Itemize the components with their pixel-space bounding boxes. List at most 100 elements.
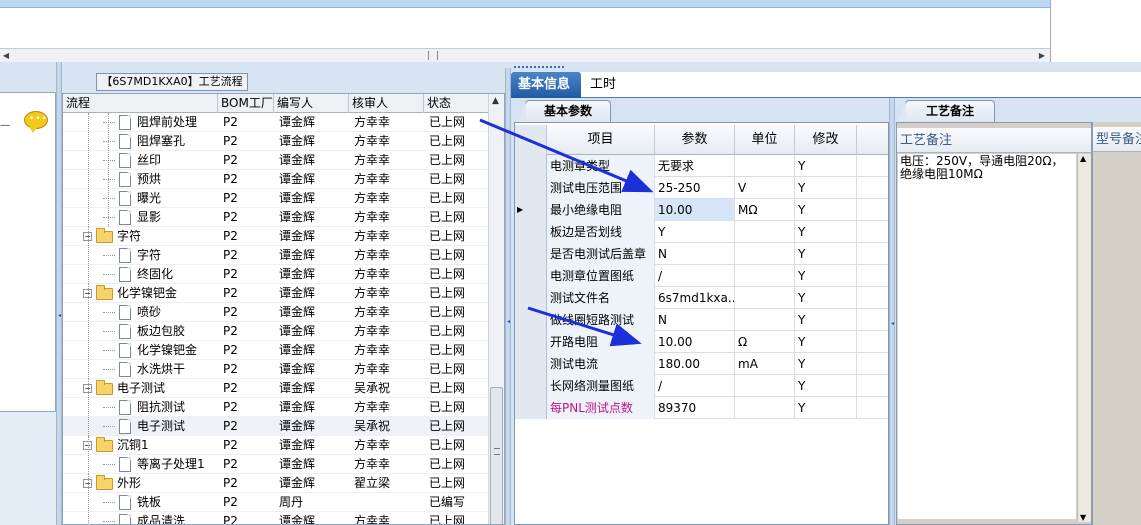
tree-row[interactable]: 化学镍钯金 P2 谭金辉 方幸幸 已上网 xyxy=(63,341,488,360)
tree-row[interactable]: 铣板 P2 周丹 已编写 xyxy=(63,493,488,512)
row-selector[interactable] xyxy=(515,331,547,353)
param-row[interactable]: 测试电流 180.00 mA Y xyxy=(515,353,888,375)
tree-row[interactable]: − 字符 P2 谭金辉 方幸幸 已上网 xyxy=(63,227,488,246)
basic-params-grid[interactable]: 项目 参数 单位 修改 电测章类型 无要求 Y 测试电压范围 25-250 V Y ▶ 最小绝缘… xyxy=(514,122,889,525)
tree-node[interactable]: 字符 xyxy=(103,246,218,265)
param-value-cell[interactable]: 10.00 xyxy=(655,331,735,353)
tree-row[interactable]: 等离子处理1 P2 谭金辉 方幸幸 已上网 xyxy=(63,455,488,474)
notes-scrollbar[interactable]: ▲ ▼ xyxy=(1077,154,1091,522)
row-selector[interactable] xyxy=(515,177,547,199)
tree-row[interactable]: − 外形 P2 谭金辉 翟立梁 已上网 xyxy=(63,474,488,493)
param-value-cell[interactable]: 89370 xyxy=(655,397,735,419)
param-row[interactable]: 电测章类型 无要求 Y xyxy=(515,155,888,177)
tree-row[interactable]: − 沉铜1 P2 谭金辉 方幸幸 已上网 xyxy=(63,436,488,455)
param-row[interactable]: 电测章位置图纸 / Y xyxy=(515,265,888,287)
tab-labor-hours[interactable]: 工时 xyxy=(583,72,623,98)
param-value-cell[interactable]: N xyxy=(655,243,735,265)
tree-row[interactable]: 预烘 P2 谭金辉 方幸幸 已上网 xyxy=(63,170,488,189)
tree-row[interactable]: 阻焊前处理 P2 谭金辉 方幸幸 已上网 xyxy=(63,113,488,132)
tree-node[interactable]: − 外形 xyxy=(83,474,218,493)
tree-row[interactable]: − 电子测试 P2 谭金辉 吴承祝 已上网 xyxy=(63,379,488,398)
row-selector[interactable] xyxy=(515,287,547,309)
scroll-down-icon[interactable]: ▼ xyxy=(1080,513,1086,522)
process-notes-textarea[interactable]: 电压：250V，导通电阻20Ω，绝缘电阻10MΩ xyxy=(898,154,1076,519)
tree-node[interactable]: − 沉铜1 xyxy=(83,436,218,455)
tree-row[interactable]: 丝印 P2 谭金辉 方幸幸 已上网 xyxy=(63,151,488,170)
tree-row[interactable]: 终固化 P2 谭金辉 方幸幸 已上网 xyxy=(63,265,488,284)
scroll-right-icon[interactable]: ▶ xyxy=(1036,50,1048,62)
tree-row[interactable]: 阻抗测试 P2 谭金辉 方幸幸 已上网 xyxy=(63,398,488,417)
tree-node[interactable]: 水洗烘干 xyxy=(103,360,218,379)
current-row-indicator-icon[interactable]: ▶ xyxy=(515,199,547,221)
scroll-up-icon[interactable]: ▲ xyxy=(492,96,499,106)
row-selector[interactable] xyxy=(515,353,547,375)
tree-node[interactable]: 板边包胶 xyxy=(103,322,218,341)
param-row[interactable]: 做线圈短路测试 N Y xyxy=(515,309,888,331)
col-header-status[interactable]: 状态 xyxy=(424,94,488,113)
tree-row[interactable]: 成品清洗 P2 谭金辉 方幸幸 已上网 xyxy=(63,512,488,524)
tree-node[interactable]: 化学镍钯金 xyxy=(103,341,218,360)
param-value-cell[interactable]: 180.00 xyxy=(655,353,735,375)
tree-row[interactable]: 板边包胶 P2 谭金辉 方幸幸 已上网 xyxy=(63,322,488,341)
tree-node[interactable]: 电子测试 xyxy=(103,417,218,436)
params-notes-splitter[interactable]: ◂ xyxy=(889,98,895,525)
tree-row[interactable]: − 化学镍钯金 P2 谭金辉 方幸幸 已上网 xyxy=(63,284,488,303)
col-header-reviewer[interactable]: 核审人 xyxy=(349,94,424,113)
scroll-up-icon[interactable]: ▲ xyxy=(1080,154,1086,163)
tree-row[interactable]: 喷砂 P2 谭金辉 方幸幸 已上网 xyxy=(63,303,488,322)
param-value-cell[interactable]: 25-250 xyxy=(655,177,735,199)
tab-basic-params[interactable]: 基本参数 xyxy=(518,100,611,122)
selected-record-row[interactable] xyxy=(0,0,1050,8)
tab-process-notes[interactable]: 工艺备注 xyxy=(898,100,995,122)
tree-scroll-thumb[interactable] xyxy=(490,387,503,524)
row-selector[interactable] xyxy=(515,397,547,419)
col-header-item[interactable]: 项目 xyxy=(547,125,655,155)
tree-node[interactable]: 曝光 xyxy=(103,189,218,208)
tree-node[interactable]: 阻抗测试 xyxy=(103,398,218,417)
param-row[interactable]: 板边是否划线 Y Y xyxy=(515,221,888,243)
tree-node[interactable]: 预烘 xyxy=(103,170,218,189)
row-selector[interactable] xyxy=(515,265,547,287)
param-row[interactable]: ▶ 最小绝缘电阻 10.00 MΩ Y xyxy=(515,199,888,221)
param-value-cell[interactable]: 6s7md1kxa... xyxy=(655,287,735,309)
tree-vertical-scrollbar[interactable]: ▲ xyxy=(488,94,504,524)
horizontal-scrollbar[interactable]: ◀ ▶ xyxy=(0,48,1050,62)
tree-row[interactable]: 水洗烘干 P2 谭金辉 方幸幸 已上网 xyxy=(63,360,488,379)
chat-bubble-icon[interactable]: ••• xyxy=(24,111,48,133)
tree-node[interactable]: 显影 xyxy=(103,208,218,227)
row-selector[interactable] xyxy=(515,309,547,331)
row-selector[interactable] xyxy=(515,243,547,265)
tab-basic-info[interactable]: 基本信息 xyxy=(511,72,581,98)
tree-node[interactable]: 阻焊塞孔 xyxy=(103,132,218,151)
param-value-cell[interactable]: / xyxy=(655,265,735,287)
param-row[interactable]: 测试文件名 6s7md1kxa... Y xyxy=(515,287,888,309)
tree-row[interactable]: 字符 P2 谭金辉 方幸幸 已上网 xyxy=(63,246,488,265)
tree-node[interactable]: 铣板 xyxy=(103,493,218,512)
process-flow-tree[interactable]: 流程 BOM工厂 编写人 核审人 状态 阻焊前处理 P2 谭金辉 方幸幸 已上网 阻焊塞孔… xyxy=(62,93,505,525)
tree-node[interactable]: 成品清洗 xyxy=(103,512,218,524)
col-header-param[interactable]: 参数 xyxy=(655,125,735,155)
tree-row[interactable]: 曝光 P2 谭金辉 方幸幸 已上网 xyxy=(63,189,488,208)
param-row[interactable]: 是否电测试后盖章 N Y xyxy=(515,243,888,265)
tree-node[interactable]: 等离子处理1 xyxy=(103,455,218,474)
param-value-cell[interactable]: N xyxy=(655,309,735,331)
tree-row[interactable]: 显影 P2 谭金辉 方幸幸 已上网 xyxy=(63,208,488,227)
tree-node[interactable]: 阻焊前处理 xyxy=(103,113,218,132)
tree-node[interactable]: 终固化 xyxy=(103,265,218,284)
col-header-bom[interactable]: BOM工厂 xyxy=(218,94,274,113)
param-row[interactable]: 长网络测量图纸 / Y xyxy=(515,375,888,397)
tree-node[interactable]: − 电子测试 xyxy=(83,379,218,398)
row-selector[interactable] xyxy=(515,221,547,243)
tree-node[interactable]: 喷砂 xyxy=(103,303,218,322)
col-header-modify[interactable]: 修改 xyxy=(795,125,857,155)
param-value-cell[interactable]: 10.00 xyxy=(655,199,735,221)
param-row[interactable]: 每PNL测试点数 89370 Y xyxy=(515,397,888,419)
col-header-unit[interactable]: 单位 xyxy=(735,125,795,155)
scroll-thumb[interactable] xyxy=(428,51,438,60)
tree-row[interactable]: 阻焊塞孔 P2 谭金辉 方幸幸 已上网 xyxy=(63,132,488,151)
row-selector[interactable] xyxy=(515,155,547,177)
tree-row[interactable]: 电子测试 P2 谭金辉 吴承祝 已上网 xyxy=(63,417,488,436)
param-row[interactable]: 开路电阻 10.00 Ω Y xyxy=(515,331,888,353)
row-selector[interactable] xyxy=(515,375,547,397)
param-value-cell[interactable]: 无要求 xyxy=(655,155,735,177)
